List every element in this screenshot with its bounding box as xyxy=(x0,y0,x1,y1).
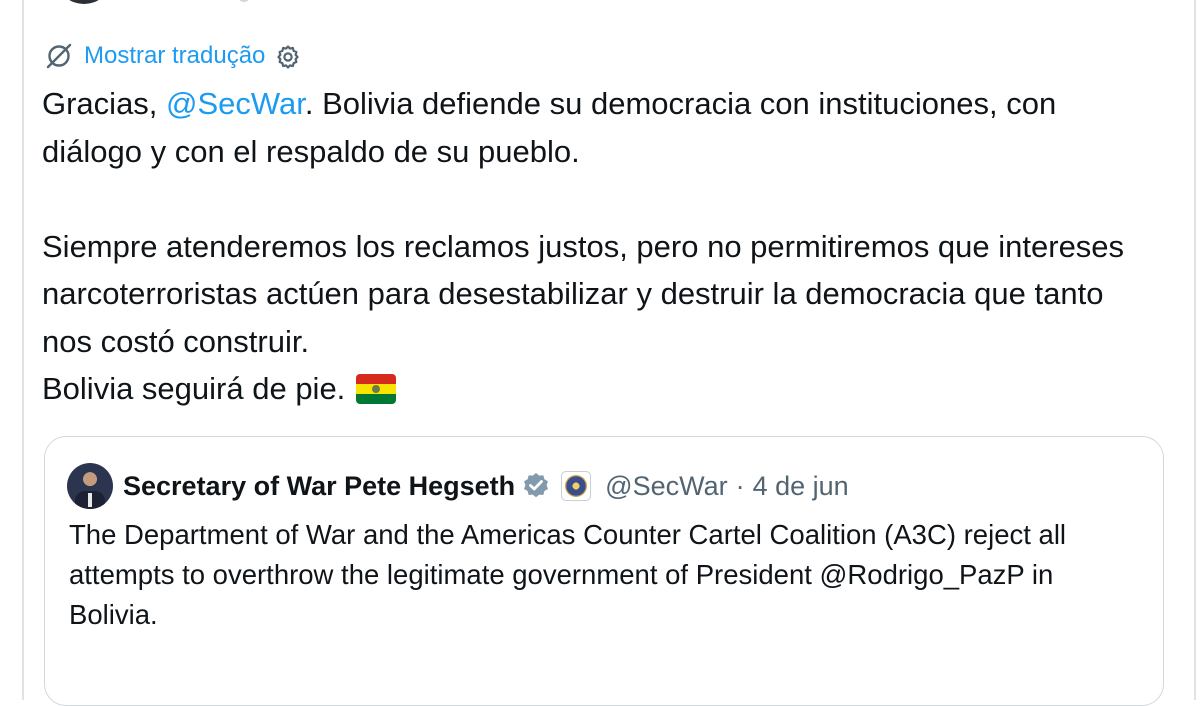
verified-badge-icon xyxy=(524,473,549,498)
show-translation-link[interactable]: Mostrar tradução xyxy=(84,42,265,70)
department-seal-icon[interactable] xyxy=(561,471,592,501)
quoted-tweet-header: Secretary of War Pete Hegseth @SecWar · … xyxy=(67,463,849,509)
bolivia-flag-emoji xyxy=(355,374,396,404)
translate-row: Mostrar tradução xyxy=(44,40,301,72)
quoted-author-name[interactable]: Secretary of War Pete Hegseth xyxy=(123,471,515,502)
quoted-tweet-text: The Department of War and the Americas C… xyxy=(69,519,1067,630)
tweet-text-p3: Bolivia seguirá de pie. xyxy=(42,371,354,406)
tweet-text-p2: Siempre atenderemos los reclamos justos,… xyxy=(42,228,1133,359)
globe-slash-icon xyxy=(44,41,74,71)
quoted-tweet-date[interactable]: 4 de jun xyxy=(753,471,849,502)
gear-icon[interactable] xyxy=(275,43,301,69)
quoted-author-handle[interactable]: @SecWar xyxy=(605,471,727,502)
quoted-author-avatar[interactable] xyxy=(67,463,113,509)
mention-secwar-link[interactable]: @SecWar xyxy=(166,86,305,121)
quoted-tweet[interactable]: Secretary of War Pete Hegseth @SecWar · … xyxy=(44,436,1164,706)
tweet-text-p1-start: Gracias, xyxy=(42,86,167,121)
tweet-body: Gracias, @SecWar. Bolivia defiende su de… xyxy=(42,80,1152,413)
separator-dot: · xyxy=(735,470,745,501)
